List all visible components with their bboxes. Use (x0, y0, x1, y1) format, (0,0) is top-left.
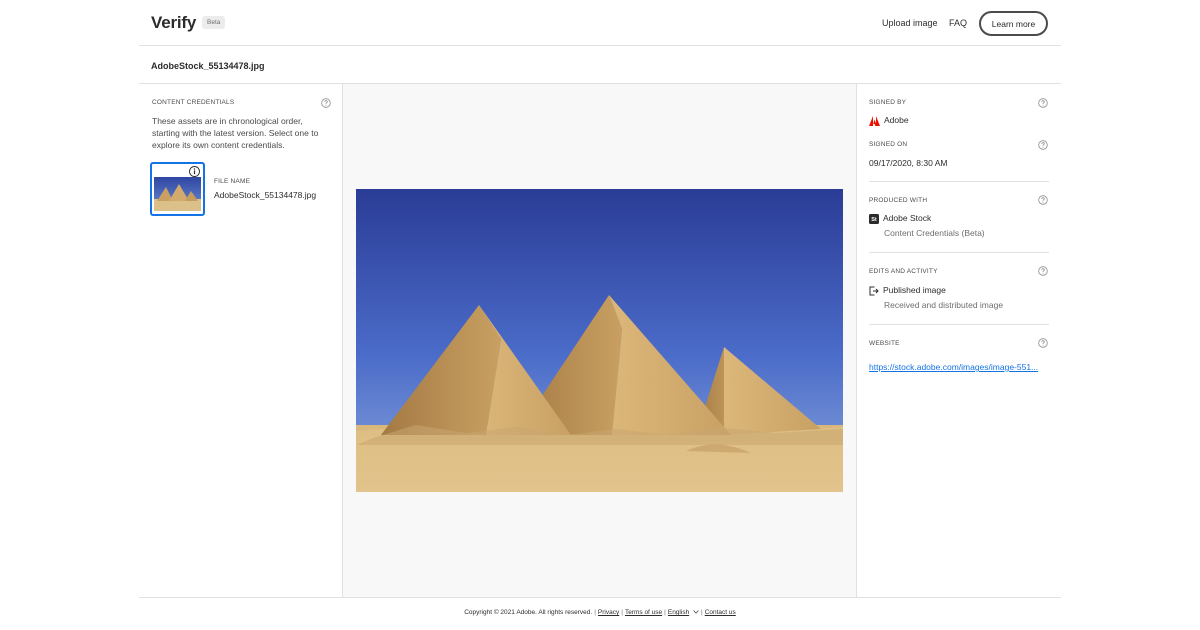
contact-link[interactable]: Contact us (705, 609, 736, 616)
file-name-label: FILE NAME (214, 178, 251, 185)
app-header: Verify Beta Upload image FAQ Learn more (139, 0, 1061, 46)
edits-activity-sub: Received and distributed image (884, 300, 1004, 310)
help-icon[interactable] (1038, 266, 1048, 276)
learn-more-button[interactable]: Learn more (979, 11, 1048, 36)
publish-icon (869, 286, 879, 296)
image-preview-panel (343, 84, 856, 597)
produced-with-sub: Content Credentials (Beta) (884, 228, 985, 238)
chevron-down-icon[interactable] (693, 610, 699, 614)
privacy-link[interactable]: Privacy (598, 609, 619, 616)
asset-thumbnail[interactable] (150, 162, 205, 216)
website-link[interactable]: https://stock.adobe.com/images/image-551… (869, 362, 1038, 372)
footer-separator: | (594, 609, 596, 616)
signed-on-value: 09/17/2020, 8:30 AM (869, 158, 948, 168)
help-icon[interactable] (1038, 338, 1048, 348)
footer-divider (139, 597, 1061, 598)
produced-with-heading: PRODUCED WITH (869, 197, 928, 204)
footer-separator: | (701, 609, 703, 616)
footer-separator: | (664, 609, 666, 616)
terms-link[interactable]: Terms of use (625, 609, 662, 616)
content-credentials-description: These assets are in chronological order,… (152, 116, 319, 150)
website-row: https://stock.adobe.com/images/image-551… (869, 357, 1049, 375)
section-divider (869, 252, 1049, 253)
page-frame: Verify Beta Upload image FAQ Learn more … (139, 0, 1061, 630)
adobe-stock-icon: St (869, 213, 879, 224)
website-heading: WEBSITE (869, 340, 900, 347)
adobe-logo-icon (869, 115, 880, 126)
help-icon[interactable] (321, 98, 331, 108)
svg-text:St: St (871, 217, 877, 223)
section-divider (869, 324, 1049, 325)
signed-by-value: Adobe (884, 115, 909, 125)
language-selector[interactable]: English (668, 609, 689, 616)
asset-file-name: AdobeStock_55134478.jpg (214, 190, 317, 200)
help-icon[interactable] (1038, 98, 1048, 108)
signed-on-heading: SIGNED ON (869, 141, 908, 148)
beta-badge: Beta (202, 16, 226, 29)
pyramids-main-image (356, 189, 843, 492)
edits-activity-value: Published image (883, 285, 946, 295)
section-divider (869, 181, 1049, 182)
info-icon (189, 166, 200, 177)
edits-activity-heading: EDITS AND ACTIVITY (869, 268, 938, 275)
help-icon[interactable] (1038, 195, 1048, 205)
footer: Copyright © 2021 Adobe. All rights reser… (139, 609, 1061, 616)
pyramids-thumbnail-image (154, 177, 201, 211)
details-panel: SIGNED BY Adobe SIGNED ON 09/17/2020, 8:… (856, 84, 1061, 597)
footer-separator: | (621, 609, 623, 616)
file-title: AdobeStock_55134478.jpg (151, 61, 265, 71)
signed-by-value-row: Adobe (869, 115, 1049, 126)
help-icon[interactable] (1038, 140, 1048, 150)
brand-title: Verify (151, 13, 197, 32)
content-credentials-heading: CONTENT CREDENTIALS (152, 99, 235, 106)
faq-link[interactable]: FAQ (949, 18, 967, 28)
signed-by-heading: SIGNED BY (869, 99, 907, 106)
copyright-text: Copyright © 2021 Adobe. All rights reser… (464, 609, 593, 616)
upload-image-link[interactable]: Upload image (882, 18, 938, 28)
produced-with-value: Adobe Stock (883, 213, 932, 223)
file-title-bar: AdobeStock_55134478.jpg (139, 46, 1061, 84)
edits-activity-value-row: Published image (869, 285, 1049, 296)
produced-with-value-row: St Adobe Stock (869, 213, 1049, 224)
content-credentials-panel: CONTENT CREDENTIALS These assets are in … (139, 84, 343, 597)
